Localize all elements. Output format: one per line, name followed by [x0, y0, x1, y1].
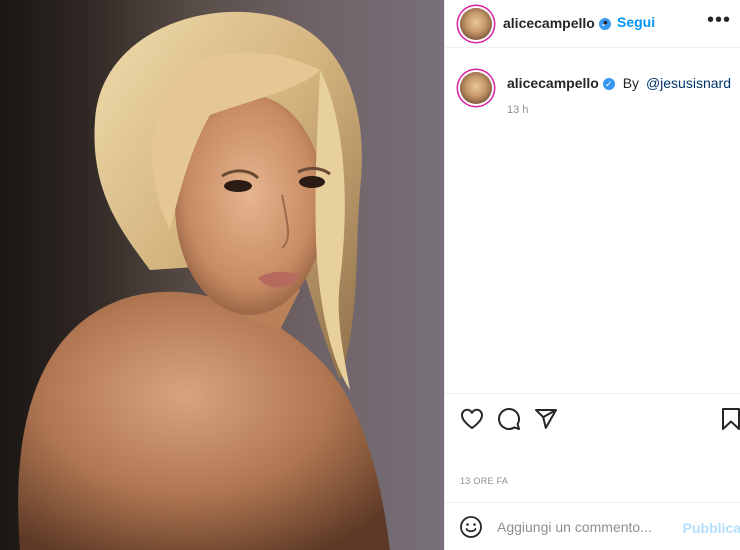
bookmark-icon[interactable] [719, 407, 740, 431]
smiley-icon[interactable] [459, 515, 483, 539]
caption-username[interactable]: alicecampello [507, 75, 599, 91]
post-sidebar: alicecampello ✓ • Segui ••• alicecampello… [444, 0, 740, 550]
caption-mention-link[interactable]: @jesusisnard [646, 75, 731, 91]
caption-avatar[interactable] [460, 72, 492, 104]
header-username-text[interactable]: alicecampello [503, 15, 595, 31]
separator-dot: • [603, 14, 608, 30]
comment-input[interactable] [497, 517, 677, 537]
posted-time[interactable]: 13 ORE FA [460, 476, 508, 486]
comment-bubble-icon[interactable] [497, 407, 521, 431]
caption-time[interactable]: 13 h [507, 104, 528, 116]
avatar[interactable] [460, 8, 492, 40]
caption-text: alicecampello ✓ By @jesusisnard [507, 75, 731, 91]
comment-box: Pubblica [445, 502, 740, 550]
portrait-photo [18, 11, 391, 550]
post-header: alicecampello ✓ • Segui ••• [445, 0, 740, 48]
follow-button[interactable]: Segui [617, 14, 655, 30]
caption-verified-badge-icon: ✓ [602, 78, 615, 90]
caption-by: By [622, 75, 640, 91]
heart-icon[interactable] [460, 407, 484, 431]
header-username[interactable]: alicecampello ✓ [503, 15, 611, 31]
more-options-icon[interactable]: ••• [707, 9, 731, 32]
publish-button[interactable]: Pubblica [683, 520, 740, 536]
action-bar [445, 393, 740, 443]
post-photo[interactable] [0, 0, 444, 550]
paper-plane-icon[interactable] [534, 407, 558, 431]
